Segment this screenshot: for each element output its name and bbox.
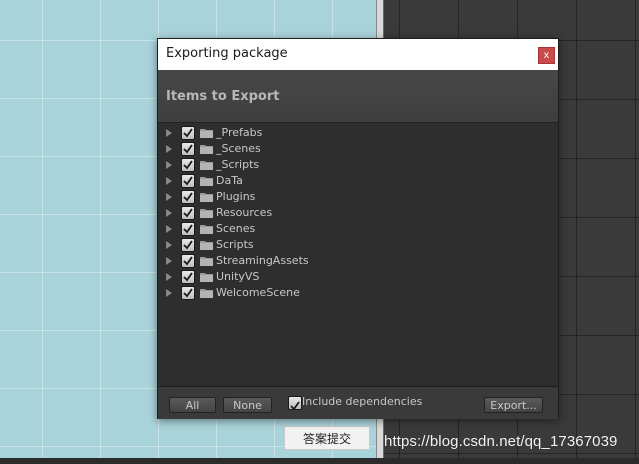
tree-row[interactable]: Plugins: [158, 190, 558, 206]
item-checkbox[interactable]: [181, 142, 195, 156]
expand-arrow-icon[interactable]: [166, 209, 172, 217]
item-checkbox[interactable]: [181, 270, 195, 284]
tree-row[interactable]: Scenes: [158, 222, 558, 238]
export-item-tree: _Prefabs _Scenes _Scripts DaTa Plugins Resour…: [158, 123, 558, 386]
checkmark-icon: [183, 208, 193, 218]
watermark-text: https://blog.csdn.net/qq_17367039: [384, 433, 618, 450]
items-to-export-heading: Items to Export: [166, 89, 280, 104]
tree-item-label: WelcomeScene: [216, 286, 300, 299]
folder-icon: [200, 129, 213, 138]
expand-arrow-icon[interactable]: [166, 193, 172, 201]
tree-row[interactable]: Scripts: [158, 238, 558, 254]
checkmark-icon: [183, 192, 193, 202]
tree-row[interactable]: DaTa: [158, 174, 558, 190]
tree-row[interactable]: _Prefabs: [158, 126, 558, 142]
item-checkbox[interactable]: [181, 190, 195, 204]
expand-arrow-icon[interactable]: [166, 257, 172, 265]
item-checkbox[interactable]: [181, 238, 195, 252]
item-checkbox[interactable]: [181, 158, 195, 172]
expand-arrow-icon[interactable]: [166, 273, 172, 281]
tree-item-label: Plugins: [216, 190, 256, 203]
dialog-header: Items to Export: [158, 70, 558, 123]
tree-row[interactable]: UnityVS: [158, 270, 558, 286]
checkmark-icon: [183, 240, 193, 250]
checkmark-icon: [183, 176, 193, 186]
tree-item-label: UnityVS: [216, 270, 260, 283]
item-checkbox[interactable]: [181, 126, 195, 140]
checkmark-icon: [183, 144, 193, 154]
expand-arrow-icon[interactable]: [166, 177, 172, 185]
checkmark-icon: [183, 272, 193, 282]
folder-icon: [200, 209, 213, 218]
checkmark-icon: [183, 160, 193, 170]
folder-icon: [200, 273, 213, 282]
checkmark-icon: [183, 256, 193, 266]
folder-icon: [200, 225, 213, 234]
dialog-titlebar[interactable]: Exporting package x: [158, 39, 558, 70]
item-checkbox[interactable]: [181, 286, 195, 300]
bottom-strip: [0, 458, 639, 464]
expand-arrow-icon[interactable]: [166, 225, 172, 233]
tree-row[interactable]: _Scenes: [158, 142, 558, 158]
export-package-dialog: Exporting package x Items to Export _Pre…: [157, 38, 559, 419]
item-checkbox[interactable]: [181, 222, 195, 236]
dialog-title: Exporting package: [166, 46, 288, 61]
tree-item-label: _Scenes: [216, 142, 261, 155]
tree-item-label: Scenes: [216, 222, 256, 235]
tree-item-label: Resources: [216, 206, 273, 219]
expand-arrow-icon[interactable]: [166, 161, 172, 169]
tree-item-label: Scripts: [216, 238, 254, 251]
item-checkbox[interactable]: [181, 254, 195, 268]
checkmark-icon: [290, 401, 300, 411]
tree-item-label: StreamingAssets: [216, 254, 309, 267]
submit-answer-button[interactable]: 答案提交: [284, 426, 370, 450]
folder-icon: [200, 193, 213, 202]
checkmark-icon: [183, 288, 193, 298]
folder-icon: [200, 177, 213, 186]
expand-arrow-icon[interactable]: [166, 241, 172, 249]
item-checkbox[interactable]: [181, 174, 195, 188]
select-all-button[interactable]: All: [169, 397, 216, 413]
close-icon: x: [543, 50, 550, 61]
expand-arrow-icon[interactable]: [166, 129, 172, 137]
tree-item-label: _Prefabs: [216, 126, 263, 139]
folder-icon: [200, 145, 213, 154]
include-dependencies-label: Include dependencies: [302, 395, 423, 408]
checkmark-icon: [183, 128, 193, 138]
folder-icon: [200, 161, 213, 170]
select-none-button[interactable]: None: [223, 397, 272, 413]
tree-item-label: _Scripts: [216, 158, 260, 171]
include-dependencies-checkbox[interactable]: [288, 396, 302, 411]
expand-arrow-icon[interactable]: [166, 289, 172, 297]
item-checkbox[interactable]: [181, 206, 195, 220]
export-button[interactable]: Export...: [484, 397, 543, 413]
tree-item-label: DaTa: [216, 174, 243, 187]
folder-icon: [200, 241, 213, 250]
tree-row[interactable]: _Scripts: [158, 158, 558, 174]
folder-icon: [200, 289, 213, 298]
tree-row[interactable]: Resources: [158, 206, 558, 222]
dialog-footer: All None Include dependencies Export...: [158, 386, 558, 419]
checkmark-icon: [183, 224, 193, 234]
tree-row[interactable]: StreamingAssets: [158, 254, 558, 270]
close-button[interactable]: x: [538, 47, 555, 64]
expand-arrow-icon[interactable]: [166, 145, 172, 153]
tree-row[interactable]: WelcomeScene: [158, 286, 558, 302]
folder-icon: [200, 257, 213, 266]
